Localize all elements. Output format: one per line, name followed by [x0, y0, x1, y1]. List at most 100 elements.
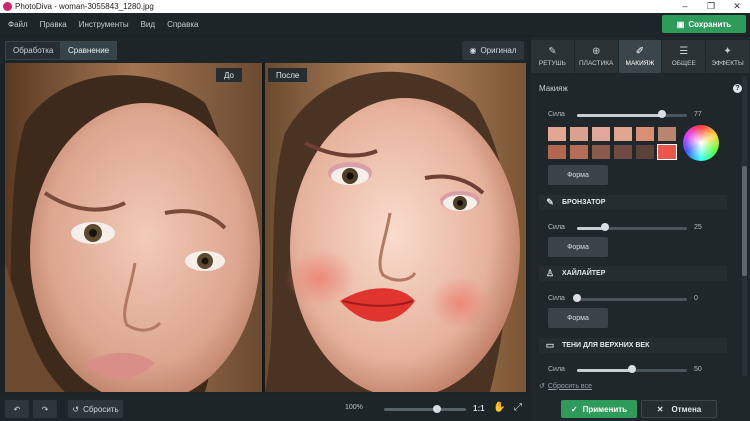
- eyeshadow-title: ТЕНИ ДЛЯ ВЕРХНИХ ВЕК: [562, 342, 650, 349]
- help-icon[interactable]: ?: [733, 84, 742, 93]
- cancel-label: Отмена: [671, 404, 702, 414]
- tab-makeup-label: МАКИЯЖ: [625, 60, 655, 67]
- blush-swatch[interactable]: [548, 127, 566, 141]
- mode-compare-button[interactable]: Сравнение: [60, 41, 118, 60]
- undo-button[interactable]: ↶: [5, 400, 29, 418]
- before-tag: До: [216, 68, 242, 82]
- save-button[interactable]: ▣ Сохранить: [662, 15, 746, 33]
- blush-form-button[interactable]: Форма: [548, 165, 608, 185]
- menu-edit[interactable]: Правка: [40, 20, 67, 29]
- makeup-icon: ✐: [635, 46, 645, 57]
- highlighter-form-button[interactable]: Форма: [548, 308, 608, 328]
- bronzer-strength-value: 25: [694, 224, 702, 231]
- bronzer-form-button[interactable]: Форма: [548, 237, 608, 257]
- blush-swatch[interactable]: [614, 145, 632, 159]
- zoom-slider[interactable]: [384, 408, 466, 411]
- fit-screen-icon[interactable]: ⤢: [514, 402, 522, 413]
- tab-general[interactable]: ☰ ОБЩЕЕ: [662, 40, 706, 73]
- window-title: PhotoDiva - woman-3055843_1280.jpg: [15, 2, 154, 11]
- zoom-percent: 100%: [345, 404, 363, 411]
- highlighter-section: ♙ ХАЙЛАЙТЕР: [539, 266, 727, 281]
- blush-swatch[interactable]: [658, 127, 676, 141]
- retouch-icon: ✎: [548, 46, 557, 57]
- bronzer-strength-thumb[interactable]: [600, 223, 609, 231]
- bronzer-title: БРОНЗАТОР: [562, 199, 606, 206]
- blush-strength-slider[interactable]: [577, 114, 687, 117]
- reset-all-icon: ↺: [539, 383, 545, 390]
- eyeshadow-section: ▭ ТЕНИ ДЛЯ ВЕРХНИХ ВЕК: [539, 338, 727, 353]
- blush-strength-thumb[interactable]: [657, 110, 666, 118]
- save-icon: ▣: [676, 19, 685, 29]
- panel-scrollbar-thumb[interactable]: [742, 166, 747, 276]
- highlighter-strength-slider[interactable]: [577, 298, 687, 301]
- title-bar: PhotoDiva - woman-3055843_1280.jpg – ❐ ✕: [0, 0, 750, 13]
- hand-tool-icon[interactable]: ✋: [493, 402, 505, 413]
- blush-strength-value: 77: [694, 111, 702, 118]
- bronzer-strength-slider[interactable]: [577, 227, 687, 230]
- panel-heading: Макияж: [539, 84, 568, 93]
- save-label: Сохранить: [688, 19, 732, 29]
- menu-tools[interactable]: Инструменты: [79, 20, 129, 29]
- blush-swatch[interactable]: [636, 127, 654, 141]
- highlighter-title: ХАЙЛАЙТЕР: [562, 270, 606, 277]
- eyeshadow-strength-thumb[interactable]: [628, 365, 636, 373]
- bronzer-icon: ✎: [546, 197, 554, 207]
- maximize-button[interactable]: ❐: [698, 1, 724, 12]
- blush-strength-label: Сила: [548, 111, 565, 118]
- eyeshadow-icon: ▭: [545, 340, 555, 350]
- tab-effects[interactable]: ✦ ЭФФЕКТЫ: [706, 40, 749, 73]
- minimize-button[interactable]: –: [672, 1, 698, 12]
- menu-view[interactable]: Вид: [141, 20, 155, 29]
- highlighter-strength-label: Сила: [548, 295, 565, 302]
- menu-bar: Файл Правка Инструменты Вид Справка: [0, 13, 750, 35]
- tab-makeup[interactable]: ✐ МАКИЯЖ: [618, 40, 662, 73]
- apply-button[interactable]: ✓ Применить: [561, 400, 637, 418]
- mode-processing-button[interactable]: Обработка: [5, 41, 62, 60]
- blush-swatch[interactable]: [592, 145, 610, 159]
- color-wheel[interactable]: [683, 125, 719, 161]
- tab-plastic[interactable]: ⊕ ПЛАСТИКА: [574, 40, 618, 73]
- reset-icon: ↺: [72, 404, 80, 414]
- reset-label: Сбросить: [83, 404, 119, 414]
- close-window-button[interactable]: ✕: [724, 1, 750, 12]
- highlighter-strength-value: 0: [694, 295, 698, 302]
- before-portrait-image: [5, 63, 262, 392]
- bronzer-section: ✎ БРОНЗАТОР: [539, 195, 727, 210]
- effects-icon: ✦: [723, 46, 732, 57]
- menu-help[interactable]: Справка: [167, 20, 198, 29]
- after-portrait-image: [265, 63, 526, 392]
- highlighter-icon: ♙: [545, 268, 555, 278]
- apply-label: Применить: [582, 404, 628, 414]
- blush-swatch[interactable]: [614, 127, 632, 141]
- blush-swatch[interactable]: [657, 144, 677, 160]
- actual-size-button[interactable]: 1:1: [473, 404, 485, 413]
- panel-scrollbar[interactable]: [742, 76, 747, 376]
- blush-swatch[interactable]: [570, 145, 588, 159]
- undo-icon: ↶: [13, 404, 21, 414]
- original-label: Оригинал: [480, 46, 517, 55]
- blush-swatch[interactable]: [592, 127, 610, 141]
- original-button[interactable]: ◉ Оригинал: [462, 41, 524, 60]
- tab-retouch-label: РЕТУШЬ: [538, 60, 566, 67]
- blush-swatch[interactable]: [570, 127, 588, 141]
- eyeshadow-strength-label: Сила: [548, 366, 565, 373]
- tab-general-label: ОБЩЕЕ: [671, 60, 696, 67]
- tab-plastic-label: ПЛАСТИКА: [579, 60, 614, 67]
- blush-swatch[interactable]: [636, 145, 654, 159]
- tab-retouch[interactable]: ✎ РЕТУШЬ: [531, 40, 574, 73]
- before-photo: [5, 63, 262, 392]
- window-controls: – ❐ ✕: [672, 1, 750, 12]
- highlighter-strength-thumb[interactable]: [573, 294, 581, 302]
- after-tag: После: [268, 68, 308, 82]
- tab-effects-label: ЭФФЕКТЫ: [711, 60, 744, 67]
- blush-strength-fill: [577, 114, 662, 117]
- menu-file[interactable]: Файл: [8, 20, 28, 29]
- reset-all-link[interactable]: ↺ Сбросить все: [539, 382, 592, 391]
- app-logo-icon: [3, 2, 12, 11]
- redo-button[interactable]: ↷: [33, 400, 57, 418]
- eye-icon: ◉: [469, 46, 477, 55]
- reset-button[interactable]: ↺ Сбросить: [68, 400, 123, 418]
- cancel-button[interactable]: ✕ Отмена: [641, 400, 717, 418]
- plastic-icon: ⊕: [592, 46, 601, 57]
- blush-swatch[interactable]: [548, 145, 566, 159]
